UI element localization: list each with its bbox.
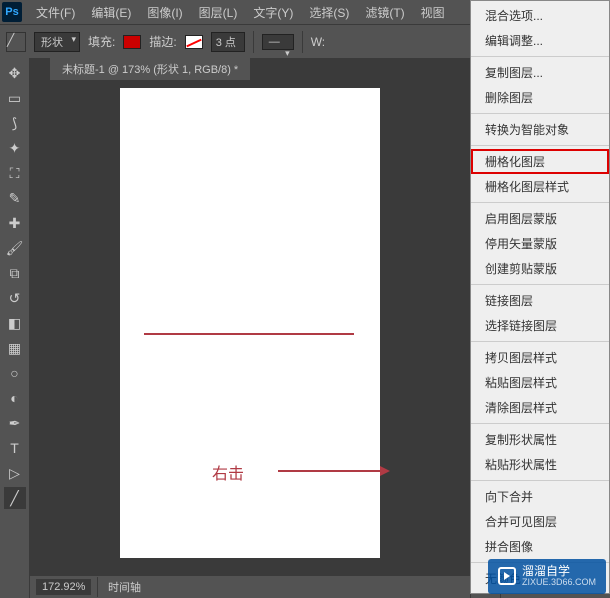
drawn-shape-line — [144, 333, 354, 335]
marquee-tool-icon[interactable]: ▭ — [4, 87, 26, 109]
context-menu-item[interactable]: 启用图层蒙版 — [471, 206, 609, 231]
pen-tool-icon[interactable]: ✒ — [4, 412, 26, 434]
menu-separator — [471, 423, 609, 424]
line-tool-icon[interactable]: ╱ — [4, 487, 26, 509]
stroke-swatch[interactable] — [185, 35, 203, 49]
canvas-wrap — [30, 80, 470, 576]
context-menu-item[interactable]: 栅格化图层样式 — [471, 174, 609, 199]
tool-preset-icon[interactable]: ╱ — [6, 32, 26, 52]
menu-layer[interactable]: 图层(L) — [191, 4, 246, 21]
context-menu-item[interactable]: 拼合图像 — [471, 534, 609, 559]
separator — [253, 31, 254, 53]
gradient-tool-icon[interactable]: ▦ — [4, 337, 26, 359]
fill-label: 填充: — [88, 33, 115, 50]
context-menu-item[interactable]: 拷贝图层样式 — [471, 345, 609, 370]
menu-type[interactable]: 文字(Y) — [245, 4, 301, 21]
lasso-tool-icon[interactable]: ⟆ — [4, 112, 26, 134]
menu-edit[interactable]: 编辑(E) — [83, 4, 139, 21]
annotation-text: 右击 — [212, 460, 244, 484]
menu-separator — [471, 341, 609, 342]
context-menu-item[interactable]: 向下合并 — [471, 484, 609, 509]
menu-select[interactable]: 选择(S) — [301, 4, 357, 21]
wand-tool-icon[interactable]: ✦ — [4, 137, 26, 159]
menu-separator — [471, 56, 609, 57]
fill-swatch[interactable] — [123, 35, 141, 49]
menu-separator — [471, 113, 609, 114]
context-menu-item[interactable]: 转换为智能对象 — [471, 117, 609, 142]
app-icon: Ps — [2, 2, 22, 22]
context-menu-item[interactable]: 选择链接图层 — [471, 313, 609, 338]
blur-tool-icon[interactable]: ○ — [4, 362, 26, 384]
menu-file[interactable]: 文件(F) — [28, 4, 83, 21]
toolbox: ✥ ▭ ⟆ ✦ ⛶ ✎ ✚ 🖌 ⧉ ↺ ◧ ▦ ○ ◐ ✒ T ▷ ╱ — [0, 58, 30, 598]
canvas[interactable] — [120, 88, 380, 558]
context-menu-item[interactable]: 粘贴图层样式 — [471, 370, 609, 395]
context-menu-item[interactable]: 栅格化图层 — [471, 149, 609, 174]
menu-separator — [471, 480, 609, 481]
context-menu-item[interactable]: 合并可见图层 — [471, 509, 609, 534]
move-tool-icon[interactable]: ✥ — [4, 62, 26, 84]
status-bar: 172.92% 时间轴 — [30, 576, 470, 598]
context-menu: 混合选项...编辑调整... 复制图层...删除图层转换为智能对象栅格化图层栅格化… — [470, 0, 610, 594]
document-tab[interactable]: 未标题-1 @ 173% (形状 1, RGB/8) * — [50, 58, 250, 80]
menu-view[interactable]: 视图 — [413, 4, 453, 21]
document-area: 未标题-1 @ 173% (形状 1, RGB/8) * 172.92% 时间轴 — [30, 58, 470, 598]
watermark-sub: ZIXUE.3D66.COM — [522, 578, 596, 588]
menu-filter[interactable]: 滤镜(T) — [357, 4, 412, 21]
context-menu-item[interactable]: 粘贴形状属性 — [471, 452, 609, 477]
separator — [302, 31, 303, 53]
zoom-value[interactable]: 172.92% — [36, 579, 91, 595]
watermark: 溜溜自学 ZIXUE.3D66.COM — [488, 559, 606, 594]
healing-tool-icon[interactable]: ✚ — [4, 212, 26, 234]
timeline-tab[interactable]: 时间轴 — [97, 577, 151, 597]
context-menu-item[interactable]: 清除图层样式 — [471, 395, 609, 420]
stroke-label: 描边: — [149, 33, 176, 50]
menu-separator — [471, 284, 609, 285]
history-brush-icon[interactable]: ↺ — [4, 287, 26, 309]
dodge-tool-icon[interactable]: ◐ — [4, 387, 26, 409]
brush-tool-icon[interactable]: 🖌 — [4, 237, 26, 259]
context-menu-item[interactable]: 编辑调整... — [471, 28, 609, 53]
context-menu-item[interactable]: 复制形状属性 — [471, 427, 609, 452]
stroke-width-input[interactable]: 3 点 — [211, 32, 245, 52]
path-select-tool-icon[interactable]: ▷ — [4, 462, 26, 484]
type-tool-icon[interactable]: T — [4, 437, 26, 459]
play-icon — [498, 567, 516, 585]
stamp-tool-icon[interactable]: ⧉ — [4, 262, 26, 284]
eraser-tool-icon[interactable]: ◧ — [4, 312, 26, 334]
shape-mode-dropdown[interactable]: 形状 — [34, 32, 80, 52]
menu-separator — [471, 202, 609, 203]
context-menu-item[interactable]: 删除图层 — [471, 85, 609, 110]
context-menu-item[interactable]: 链接图层 — [471, 288, 609, 313]
context-menu-item[interactable]: 停用矢量蒙版 — [471, 231, 609, 256]
context-menu-item[interactable]: 混合选项... — [471, 3, 609, 28]
eyedropper-tool-icon[interactable]: ✎ — [4, 187, 26, 209]
width-label: W: — [311, 35, 325, 49]
context-menu-item[interactable]: 复制图层... — [471, 60, 609, 85]
context-menu-item[interactable]: 创建剪贴蒙版 — [471, 256, 609, 281]
menu-separator — [471, 145, 609, 146]
crop-tool-icon[interactable]: ⛶ — [4, 162, 26, 184]
annotation-arrow — [278, 470, 388, 472]
stroke-style-dropdown[interactable]: — — [262, 34, 294, 50]
menu-image[interactable]: 图像(I) — [139, 4, 190, 21]
